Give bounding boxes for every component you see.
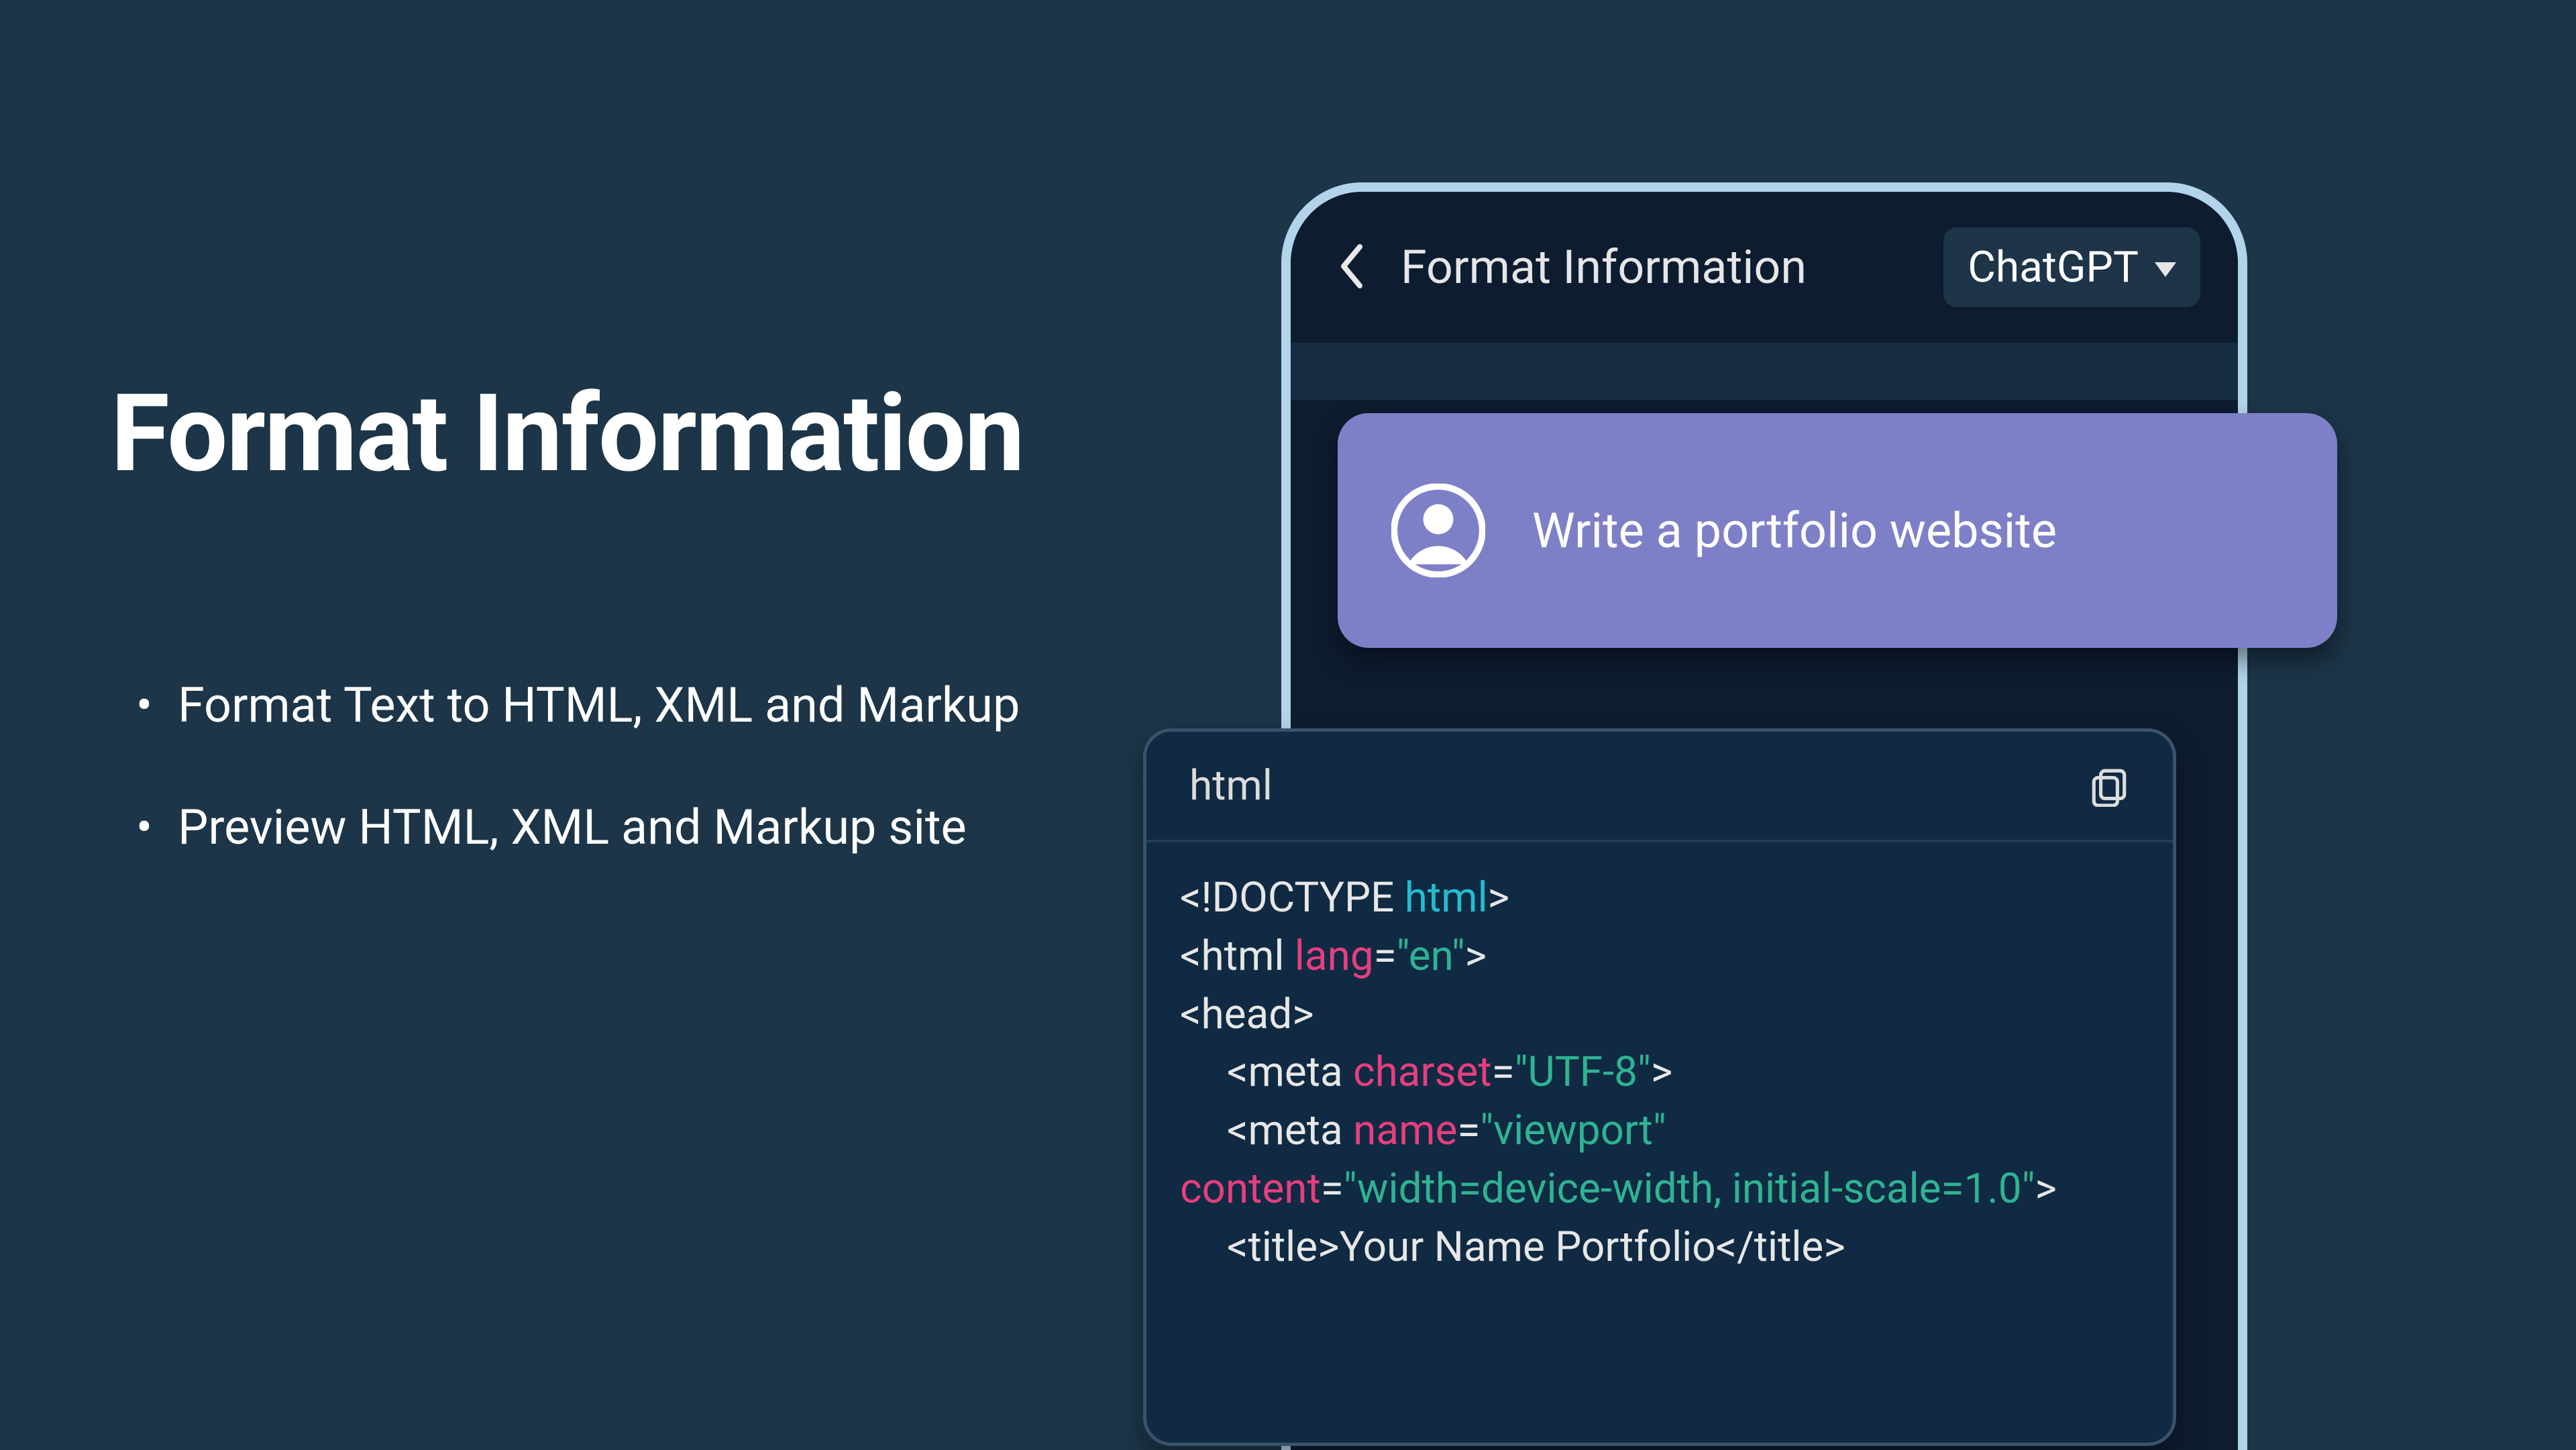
model-selector[interactable]: ChatGPT [1943, 227, 2200, 307]
phone-mockup: Format Information ChatGPT Write a portf… [1281, 182, 2247, 1450]
caret-down-icon [2155, 262, 2176, 277]
code-line: <meta charset="UTF-8"> [1180, 1044, 2139, 1102]
code-language-label: html [1189, 761, 1273, 810]
feature-bullet: •Preview HTML, XML and Markup site [111, 790, 1083, 865]
code-line: <head> [1180, 986, 2139, 1044]
code-line: <!DOCTYPE html> [1180, 869, 2139, 928]
feature-bullet-text: Format Text to HTML, XML and Markup [178, 668, 1083, 743]
feature-bullet: •Format Text to HTML, XML and Markup [111, 668, 1083, 743]
topbar-divider [1291, 343, 2238, 400]
code-line: <title>Your Name Portfolio</title> [1180, 1219, 2139, 1277]
app-topbar: Format Information ChatGPT [1291, 192, 2238, 343]
screen-title: Format Information [1401, 240, 1807, 295]
code-block-body: <!DOCTYPE html><html lang="en"><head><me… [1146, 842, 2173, 1277]
user-message-text: Write a portfolio website [1532, 502, 2057, 559]
feature-bullet-text: Preview HTML, XML and Markup site [178, 790, 1083, 865]
model-selector-label: ChatGPT [1968, 242, 2139, 292]
feature-bullet-list: •Format Text to HTML, XML and Markup•Pre… [111, 668, 1083, 865]
user-avatar-icon [1391, 484, 1485, 577]
back-button[interactable] [1328, 244, 1375, 291]
copy-button[interactable] [2088, 765, 2130, 807]
code-line: <html lang="en"> [1180, 928, 2139, 986]
user-message-bubble: Write a portfolio website [1338, 413, 2337, 648]
code-line: <meta name="viewport" [1180, 1102, 2139, 1160]
code-block: html <!DOCTYPE html><html lang="en"><hea… [1143, 728, 2176, 1446]
code-line: content="width=device-width, initial-sca… [1180, 1160, 2139, 1219]
bullet-dot-icon: • [111, 790, 178, 865]
chevron-left-icon [1338, 243, 1365, 292]
feature-description: Format Information •Format Text to HTML,… [111, 376, 1083, 911]
page-title: Format Information [111, 376, 1083, 494]
bullet-dot-icon: • [111, 668, 178, 743]
code-block-header: html [1146, 732, 2173, 842]
copy-icon [2088, 769, 2130, 818]
